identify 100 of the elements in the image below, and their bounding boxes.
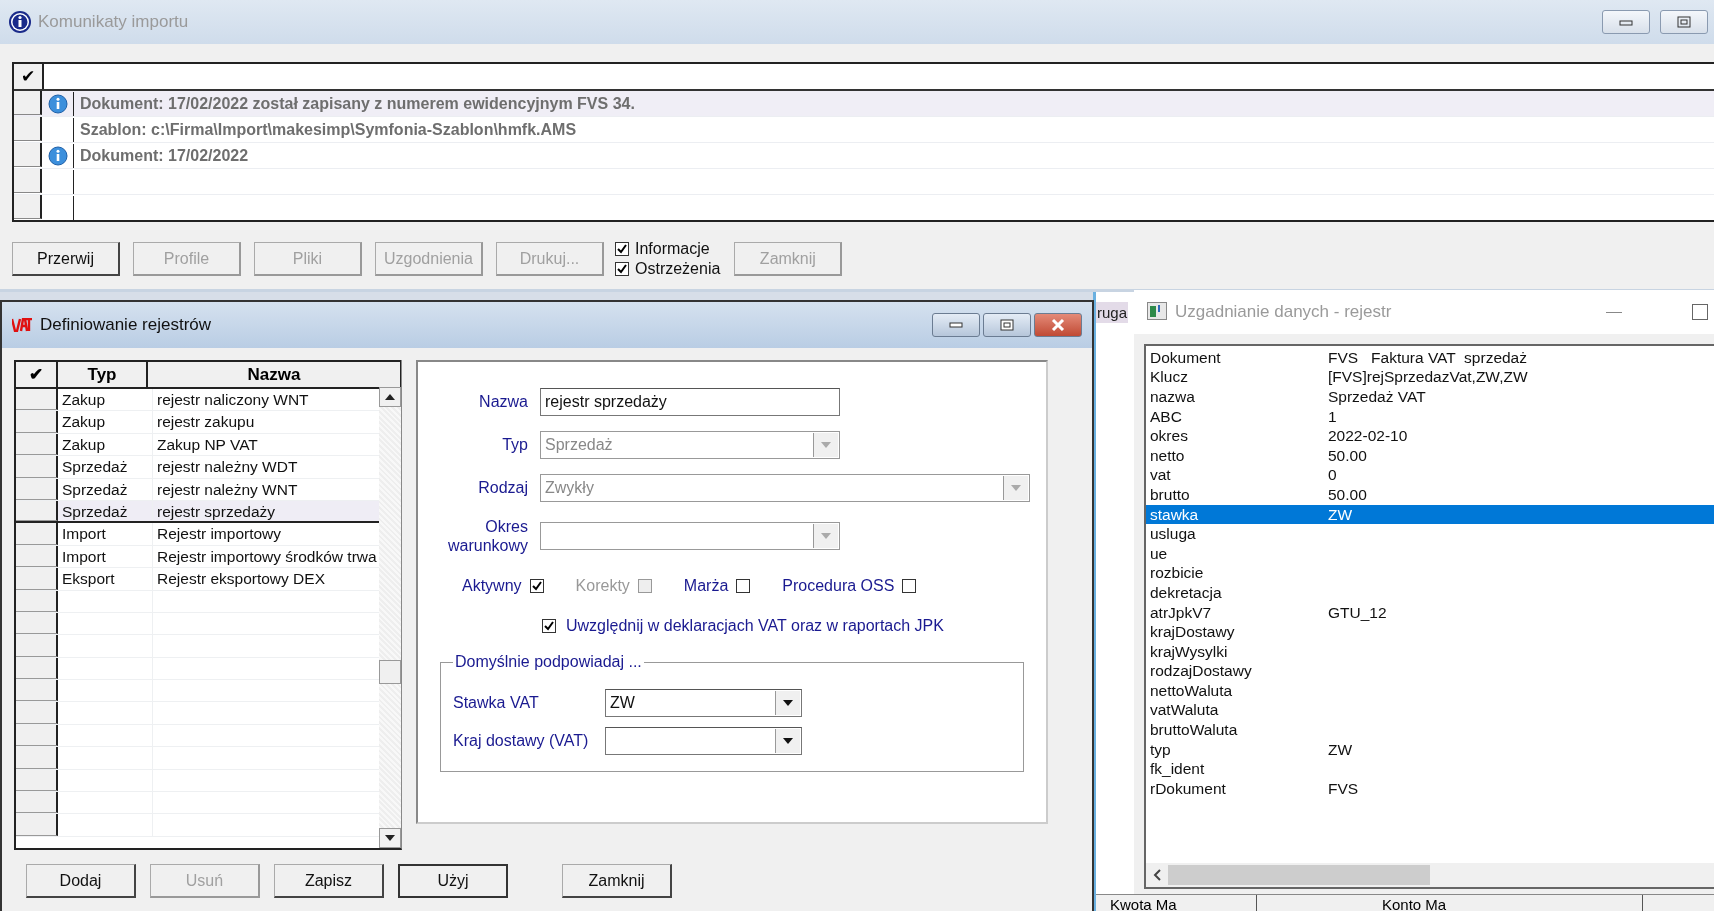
close-button[interactable] [1034, 313, 1082, 337]
name-field[interactable]: rejestr sprzedaży [540, 388, 840, 416]
list-row[interactable]: rDokument FVS [1146, 779, 1714, 799]
vat-logo-icon [12, 318, 32, 332]
info-icon [47, 93, 68, 114]
row-header [16, 433, 58, 456]
message-row[interactable]: Dokument: 17/02/2022 [14, 143, 1714, 169]
list-row[interactable]: rozbicie [1146, 563, 1714, 584]
message-row[interactable]: Dokument: 17/02/2022 został zapisany z numerem ewidencyjnym FVS 34. [14, 91, 1714, 117]
field-name: Klucz [1149, 368, 1189, 387]
message-row[interactable]: Szablon: c:\Firma\Import\makesimp\Symfonia-Szablon\hmfk.AMS [14, 117, 1714, 143]
list-row[interactable]: atrJpkV7 GTU_12 [1146, 602, 1714, 623]
register-row[interactable]: Import Rejestr importowy [16, 523, 380, 546]
window-title: Komunikaty importu [38, 12, 189, 32]
row-header [16, 456, 58, 478]
list-row[interactable]: vat 0 [1146, 465, 1714, 486]
table-cell: Eksport [58, 568, 153, 590]
field-name: rDokument [1149, 779, 1227, 798]
dialog-button[interactable]: Zamknij [562, 864, 672, 898]
list-row[interactable]: Dokument FVS Faktura VAT sprzedaż [1146, 348, 1714, 368]
list-row[interactable]: dekretacja [1146, 583, 1714, 603]
table-cell: Zakup [58, 411, 153, 433]
register-row[interactable]: Import Rejestr importowy środków trwa [16, 545, 380, 569]
row-header [16, 411, 58, 433]
maximize-button[interactable] [983, 313, 1031, 337]
checkbox[interactable] [542, 619, 556, 634]
list-row[interactable]: nazwa Sprzedaż VAT [1146, 387, 1714, 407]
list-row[interactable]: vatWaluta [1146, 700, 1714, 721]
close-icon [1051, 319, 1065, 331]
field-label: Nazwa [478, 392, 528, 412]
list-row[interactable]: brutto 50.00 [1146, 485, 1714, 505]
maximize-icon [1677, 16, 1691, 28]
list-row[interactable]: nettoWaluta [1146, 681, 1714, 701]
dropdown-arrow-icon [783, 700, 793, 707]
field-name: netto [1149, 446, 1186, 465]
maximize-icon[interactable] [1692, 304, 1708, 320]
register-row[interactable]: Sprzedaż rejestr należny WNT [16, 478, 380, 501]
row-header [16, 568, 58, 590]
field-name: Dokument [1149, 348, 1222, 367]
field-name: bruttoWaluta [1149, 721, 1239, 740]
minimize-button[interactable] [1602, 10, 1650, 34]
minimize-button[interactable] [932, 313, 980, 337]
table-cell: Sprzedaż [58, 500, 153, 522]
checkbox-label: Uwzględnij w deklaracjach VAT oraz w raportach JPK [566, 617, 944, 636]
field-value: FVS Faktura VAT sprzedaż [1328, 348, 1527, 367]
list-row[interactable]: krajDostawy [1146, 622, 1714, 642]
checkbox[interactable] [736, 579, 751, 594]
horizontal-scrollbar[interactable] [1146, 863, 1714, 887]
field-name: fk_ident [1149, 760, 1206, 779]
checkbox[interactable] [529, 579, 544, 594]
list-row[interactable]: Klucz [FVS]rejSprzedazVat,ZW,ZW [1146, 367, 1714, 388]
list-row[interactable]: usluga [1146, 524, 1714, 544]
dialog-button[interactable]: Przerwij [12, 242, 120, 276]
list-row[interactable]: rodzajDostawy [1146, 661, 1714, 682]
window-title: ruga [1096, 302, 1129, 323]
list-row[interactable]: netto 50.00 [1146, 445, 1714, 466]
checkbox[interactable] [902, 579, 917, 594]
dialog-button[interactable]: Dodaj [26, 864, 136, 898]
list-row[interactable]: typ ZW [1146, 739, 1714, 760]
checkbox-label: Korekty [575, 577, 630, 596]
country-dropdown[interactable] [605, 727, 802, 756]
field-value: GTU_12 [1328, 603, 1387, 622]
scroll-thumb[interactable] [1168, 865, 1430, 885]
checkbox[interactable] [615, 242, 629, 256]
register-row[interactable]: Sprzedaż rejestr należny WDT [16, 456, 380, 479]
field-name: typ [1149, 740, 1172, 759]
field-name: rodzajDostawy [1149, 662, 1253, 681]
scroll-thumb[interactable] [379, 660, 401, 684]
register-row[interactable]: Zakup rejestr zakupu [16, 411, 380, 434]
field-name: stawka [1149, 505, 1200, 524]
register-row[interactable]: Zakup rejestr naliczony WNT [16, 389, 380, 412]
list-row[interactable]: okres 2022-02-10 [1146, 426, 1714, 446]
field-name: ABC [1149, 407, 1183, 426]
list-row[interactable]: krajWysylki [1146, 641, 1714, 662]
field-name: nettoWaluta [1149, 681, 1234, 700]
list-row[interactable]: fk_ident [1146, 759, 1714, 780]
vertical-scrollbar[interactable] [379, 387, 401, 848]
column-header: Typ [58, 362, 148, 387]
register-row[interactable]: Zakup Zakup NP VAT [16, 433, 380, 457]
register-row[interactable]: Eksport Rejestr eksportowy DEX [16, 568, 380, 591]
field-name: nazwa [1149, 388, 1196, 406]
scroll-down-icon[interactable] [379, 828, 401, 848]
list-row[interactable]: stawka ZW [1146, 504, 1714, 525]
checkbox[interactable] [615, 262, 629, 276]
info-icon [8, 10, 32, 34]
maximize-button[interactable] [1660, 10, 1708, 34]
list-row[interactable]: bruttoWaluta [1146, 720, 1714, 740]
column-header: Konto Ma [1257, 895, 1643, 911]
vat-rate-dropdown[interactable]: ZW [605, 689, 802, 718]
scroll-up-icon[interactable] [379, 387, 401, 407]
field-name: dekretacja [1149, 583, 1223, 602]
minimize-icon[interactable] [1606, 311, 1622, 313]
list-row[interactable]: ABC 1 [1146, 406, 1714, 427]
dialog-button[interactable]: Użyj [398, 864, 508, 898]
list-row[interactable]: ue [1146, 543, 1714, 564]
window-title: Definiowanie rejestrów [40, 315, 212, 335]
dialog-button[interactable]: Zapisz [274, 864, 384, 898]
register-row[interactable]: Sprzedaż rejestr sprzedaży [16, 500, 380, 524]
field-name: rozbicie [1149, 564, 1205, 583]
checkbox-label: Aktywny [462, 577, 522, 596]
